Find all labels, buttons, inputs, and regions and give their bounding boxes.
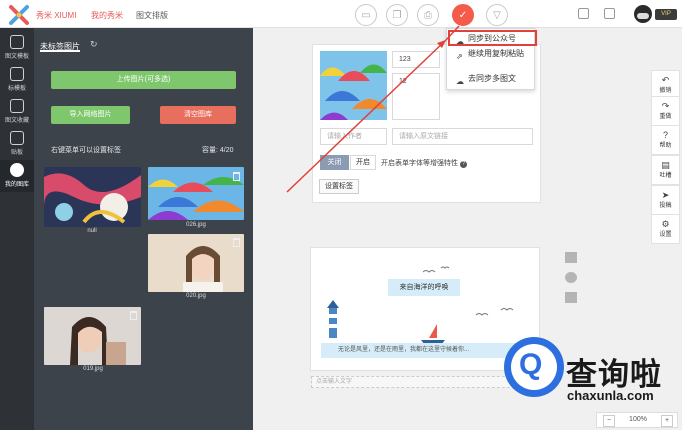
- zoom-out-button[interactable]: −: [603, 415, 615, 427]
- help-icon: ?: [662, 130, 668, 140]
- zoom-control: − 100% +: [596, 412, 678, 428]
- tool-label: 帮助: [659, 143, 672, 149]
- tool-label: 吐槽: [659, 173, 672, 179]
- undo-icon: ↶: [661, 75, 670, 85]
- redo-icon: ↷: [661, 101, 670, 111]
- tool-label: 撤销: [659, 88, 672, 94]
- tool-label: 重做: [659, 114, 672, 120]
- watermark-en: chaxunla.com: [567, 388, 654, 403]
- redo-button[interactable]: ↷ 重做: [651, 96, 680, 126]
- feedback-button[interactable]: ▤ 吐槽: [651, 155, 680, 185]
- watermark-letter: Q: [519, 348, 543, 381]
- tool-label: 投稿: [659, 203, 672, 209]
- comment-icon: ▤: [661, 160, 670, 170]
- zoom-in-button[interactable]: +: [661, 415, 673, 427]
- submit-button[interactable]: ➤ 投稿: [651, 185, 680, 215]
- zoom-level: 100%: [629, 416, 647, 423]
- gear-icon: ⚙: [661, 219, 670, 229]
- tool-label: 设置: [659, 232, 672, 238]
- settings-button[interactable]: ⚙ 设置: [651, 214, 680, 244]
- help-button[interactable]: ? 帮助: [651, 125, 680, 155]
- send-icon: ➤: [661, 190, 670, 200]
